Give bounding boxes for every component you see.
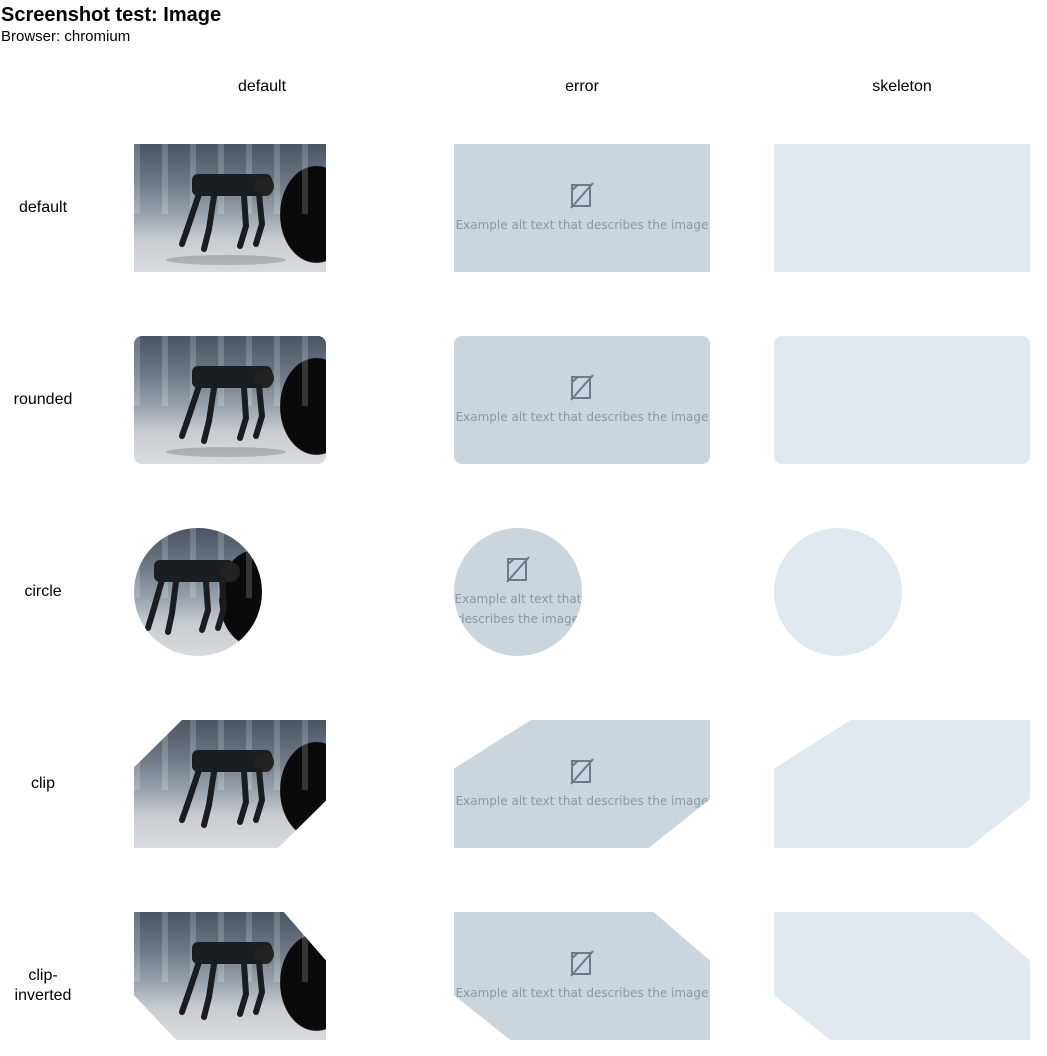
- image-skeleton-circle: [774, 528, 902, 656]
- broken-image-icon: [570, 950, 594, 977]
- image-default-circle: [134, 528, 262, 656]
- broken-image-icon: [570, 182, 594, 209]
- robot-dog-photo: [166, 366, 286, 457]
- image-error-clip-inverted: Example alt text that describes the imag…: [454, 912, 710, 1040]
- image-error-rounded: Example alt text that describes the imag…: [454, 336, 710, 464]
- robot-dog-photo: [166, 174, 286, 265]
- row-header-circle: circle: [24, 583, 62, 600]
- row-header-clip: clip: [30, 775, 55, 792]
- image-error-clip: Example alt text that describes the imag…: [454, 720, 710, 848]
- image-skeleton-clip-inverted: [774, 912, 1030, 1040]
- image-alt-text: Example alt text that describes the imag…: [455, 218, 709, 232]
- image-default-rounded: [134, 336, 326, 464]
- image-skeleton-clip: [774, 720, 1030, 848]
- broken-image-icon: [506, 556, 530, 583]
- screenshot-page: Screenshot test: Image Browser: chromium…: [0, 0, 1047, 1056]
- image-alt-text: Example alt text that describes the imag…: [455, 986, 709, 1000]
- image-default-clip: [134, 720, 326, 848]
- image-skeleton-default: [774, 144, 1030, 272]
- image-alt-text-line2: describes the image: [456, 612, 580, 626]
- image-error-circle: Example alt text that describes the imag…: [454, 528, 582, 656]
- image-default-default: [134, 144, 326, 272]
- row-header-rounded: rounded: [13, 391, 73, 408]
- image-error-default: Example alt text that describes the imag…: [454, 144, 710, 272]
- image-alt-text: Example alt text that describes the imag…: [455, 410, 709, 424]
- image-default-clip-inverted: [134, 912, 326, 1040]
- robot-dog-photo: [179, 750, 274, 828]
- browser-label: Browser: chromium: [1, 28, 131, 45]
- image-skeleton-rounded: [774, 336, 1030, 464]
- broken-image-icon: [570, 758, 594, 785]
- column-header-error: error: [565, 78, 599, 95]
- row-header-clip-inverted: clip-inverted: [14, 967, 72, 1004]
- page-title: Screenshot test: Image: [1, 4, 222, 26]
- column-header-skeleton: skeleton: [872, 78, 932, 95]
- image-alt-text-line1: Example alt text that: [454, 592, 582, 606]
- robot-dog-photo: [145, 560, 240, 635]
- row-header-default: default: [18, 199, 68, 216]
- image-alt-text: Example alt text that describes the imag…: [455, 794, 709, 808]
- robot-dog-photo: [179, 942, 274, 1020]
- column-header-default: default: [237, 78, 287, 95]
- broken-image-icon: [570, 374, 594, 401]
